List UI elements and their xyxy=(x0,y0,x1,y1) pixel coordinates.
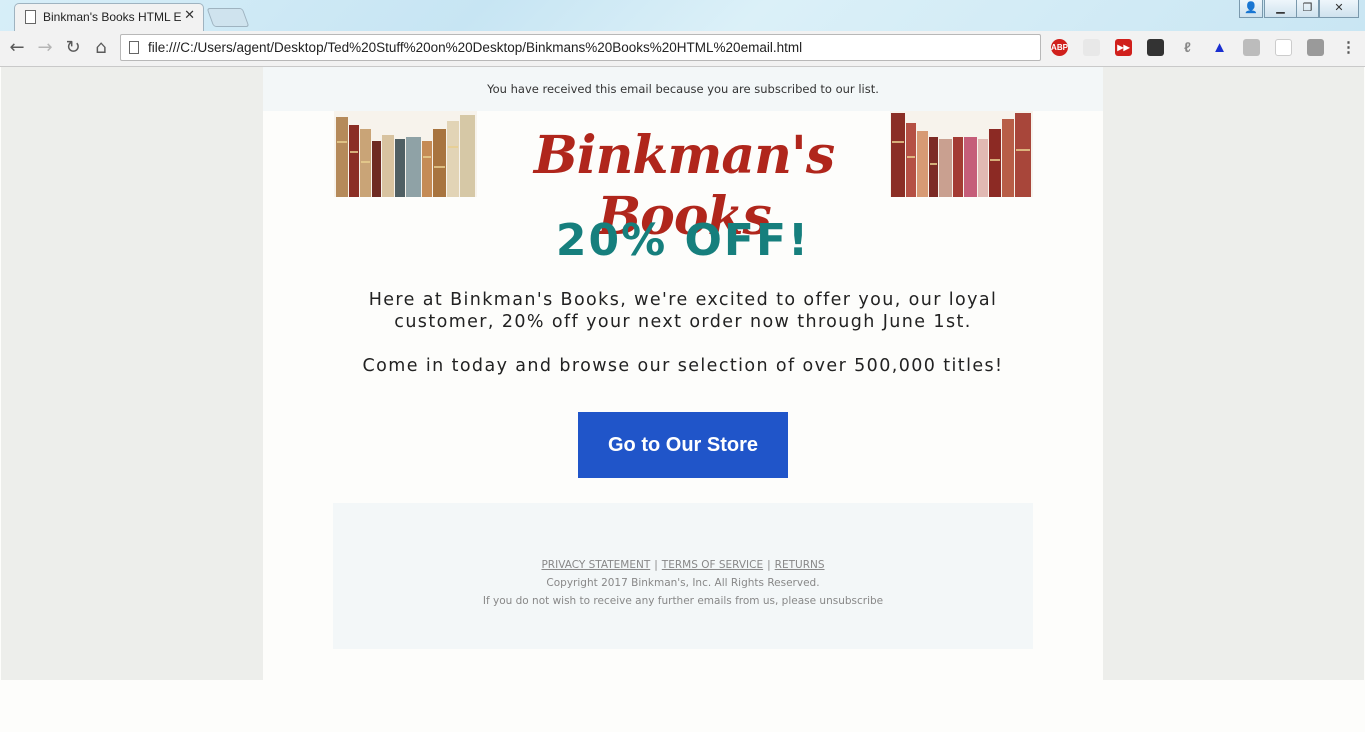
email-footer: PRIVACY STATEMENT | TERMS OF SERVICE | RETUR… xyxy=(333,503,1033,649)
menu-icon[interactable]: ⋮ xyxy=(1340,39,1357,56)
reload-icon[interactable]: ↻ xyxy=(62,37,84,59)
logo-banner: Binkman's Books xyxy=(334,111,1033,247)
returns-link[interactable]: RETURNS xyxy=(775,559,825,571)
new-tab-button[interactable] xyxy=(206,8,250,27)
email-container: You have received this email because you… xyxy=(263,67,1103,680)
books-right-image xyxy=(890,111,1033,197)
page-bottom xyxy=(1,680,1364,728)
forward-arrow-icon[interactable]: → xyxy=(34,37,56,59)
body-paragraph-invite: Come in today and browse our selection o… xyxy=(362,356,1004,376)
footer-links: PRIVACY STATEMENT | TERMS OF SERVICE | RETUR… xyxy=(333,559,1033,571)
lock-icon[interactable] xyxy=(1307,39,1324,56)
body-copy: Here at Binkman's Books, we're excited t… xyxy=(323,289,1043,377)
maximize-button[interactable]: ❐ xyxy=(1296,0,1319,18)
link-separator: | xyxy=(654,559,658,571)
address-bar[interactable]: file:///C:/Users/agent/Desktop/Ted%20Stu… xyxy=(120,34,1041,61)
blank-icon[interactable] xyxy=(1275,39,1292,56)
browser-toolbar: ← → ↻ ⌂ file:///C:/Users/agent/Desktop/T… xyxy=(0,31,1365,67)
page-icon xyxy=(129,41,139,54)
browser-titlebar: Binkman's Books HTML E ✕ 👤 ▁ ❐ ✕ xyxy=(0,0,1365,32)
tab-title: Binkman's Books HTML E xyxy=(43,10,182,24)
document-icon xyxy=(25,10,36,24)
triangle-icon[interactable]: ▲ xyxy=(1211,39,1228,56)
body-paragraph-offer: Here at Binkman's Books, we're excited t… xyxy=(368,290,998,332)
headline: 20% OFF! xyxy=(555,215,811,266)
back-arrow-icon[interactable]: ← xyxy=(6,37,28,59)
books-left-image xyxy=(334,111,477,197)
browser-tab[interactable]: Binkman's Books HTML E ✕ xyxy=(14,3,204,31)
copyright-text: Copyright 2017 Binkman's, Inc. All Right… xyxy=(546,577,820,589)
terms-of-service-link[interactable]: TERMS OF SERVICE xyxy=(662,559,763,571)
preheader-text: You have received this email because you… xyxy=(263,67,1103,111)
home-icon[interactable]: ⌂ xyxy=(90,37,112,59)
close-window-button[interactable]: ✕ xyxy=(1319,0,1359,18)
adblock-plus-icon[interactable]: ABP xyxy=(1051,39,1068,56)
feather-icon[interactable]: ℓ xyxy=(1179,39,1196,56)
url-text: file:///C:/Users/agent/Desktop/Ted%20Stu… xyxy=(148,40,803,55)
minimize-button[interactable]: ▁ xyxy=(1264,0,1297,18)
link-separator: | xyxy=(767,559,771,571)
fast-forward-icon[interactable]: ▶▶ xyxy=(1115,39,1132,56)
privacy-statement-link[interactable]: PRIVACY STATEMENT xyxy=(541,559,650,571)
go-to-store-button[interactable]: Go to Our Store xyxy=(578,412,788,478)
unsubscribe-text[interactable]: If you do not wish to receive any furthe… xyxy=(333,595,1033,607)
abc-icon[interactable] xyxy=(1243,39,1260,56)
tab-close-icon[interactable]: ✕ xyxy=(184,8,195,23)
profile-icon[interactable]: 👤 xyxy=(1239,0,1263,18)
glasses-icon[interactable] xyxy=(1147,39,1164,56)
share-icon[interactable] xyxy=(1083,39,1100,56)
